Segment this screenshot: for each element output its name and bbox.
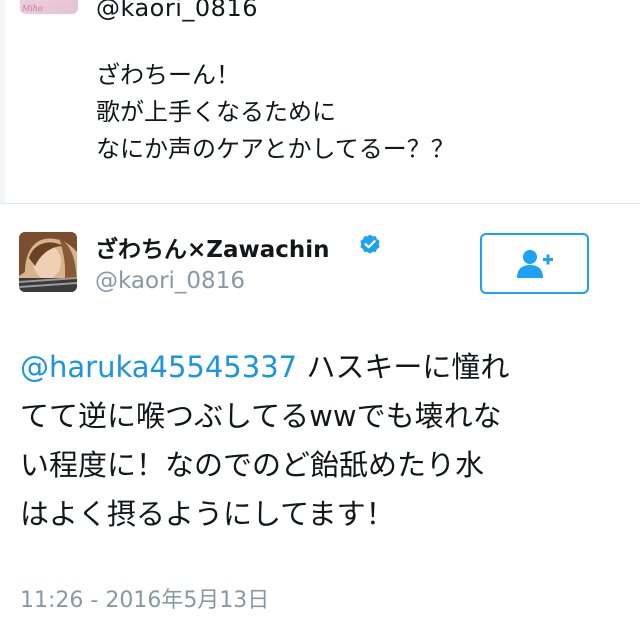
add-user-icon: [516, 249, 553, 278]
verified-badge-icon: [360, 234, 380, 254]
tweet-text: @haruka45545337 ハスキーに憧れ てて逆に喉つぶしてるwwでも壊れ…: [20, 343, 620, 539]
previous-tweet-handle[interactable]: @kaori_0816: [96, 0, 258, 22]
avatar-label: Miho: [22, 4, 43, 13]
tweet-text-line: い程度に！なのでのど飴舐めたり水: [20, 448, 485, 482]
previous-tweet-line: ざわちーん！: [96, 61, 240, 89]
thread-rail: [0, 0, 5, 203]
display-name[interactable]: ざわちん×Zawachin: [95, 230, 330, 264]
tweet-text-segment: ハスキーに憧れ: [297, 350, 510, 384]
tweet-text-line: @haruka45545337 ハスキーに憧れ: [20, 343, 620, 392]
user-handle[interactable]: @kaori_0816: [95, 268, 245, 294]
previous-tweet-line: 歌が上手くなるために: [96, 98, 336, 126]
avatar[interactable]: [19, 232, 77, 292]
tweet-divider: [0, 203, 640, 204]
follow-button[interactable]: [480, 233, 589, 294]
previous-tweet-text: ざわちーん！ 歌が上手くなるために なにか声のケアとかしてるー？？: [96, 57, 616, 168]
tweet-text-line: てて逆に喉つぶしてるwwでも壊れな: [20, 399, 502, 433]
previous-tweet-line: なにか声のケアとかしてるー？？: [96, 135, 455, 163]
tweet-text-line: はよく摂るようにしてます！: [20, 497, 395, 531]
previous-tweet[interactable]: Miho @kaori_0816 ざわちーん！ 歌が上手くなるために なにか声の…: [0, 0, 640, 203]
mention-link[interactable]: @haruka45545337: [20, 350, 297, 384]
tweet-timestamp[interactable]: 11:26 - 2016年5月13日: [20, 582, 269, 614]
previous-tweet-avatar[interactable]: Miho: [20, 0, 78, 14]
